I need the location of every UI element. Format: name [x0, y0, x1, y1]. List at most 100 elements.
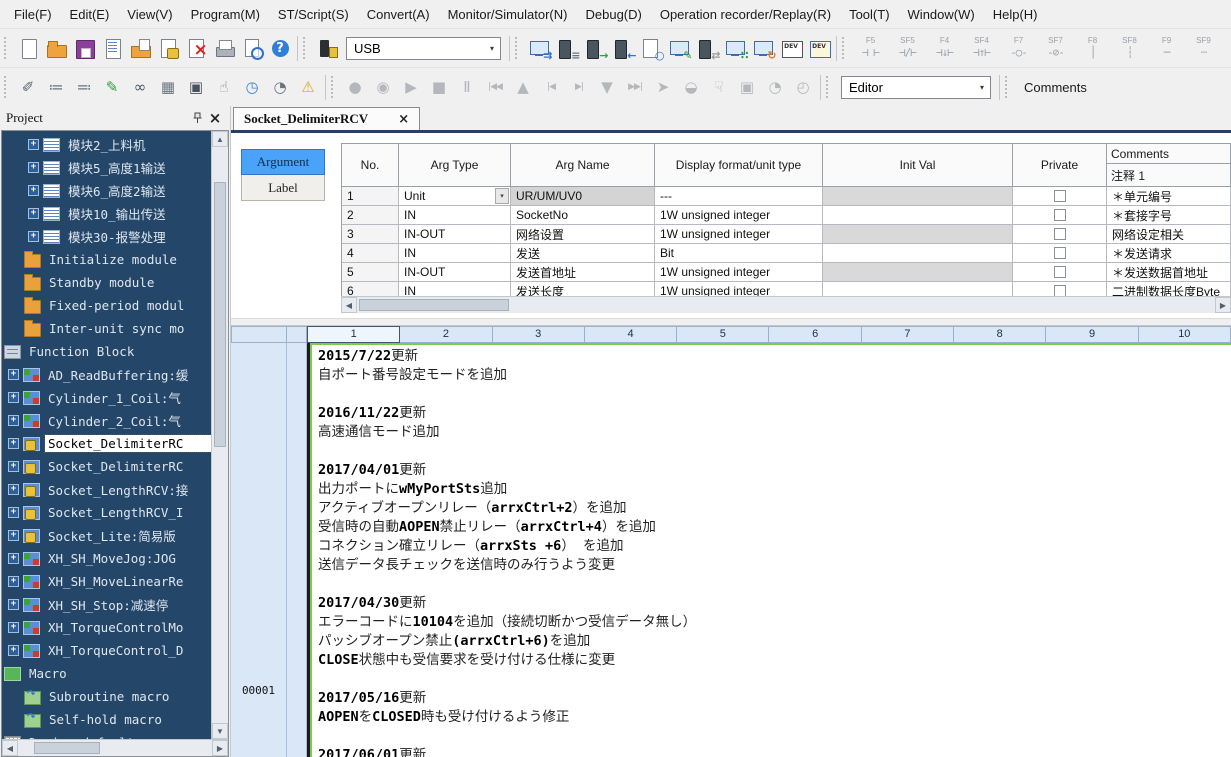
tab-argument[interactable]: Argument — [241, 149, 325, 175]
tree-horizontal-scrollbar[interactable]: ◀ ▶ — [2, 739, 228, 756]
close-panel-icon[interactable] — [206, 109, 224, 127]
cell-display-format[interactable]: --- — [655, 187, 823, 206]
tree-item-socket-lite[interactable]: Socket_Lite:简易版 — [2, 524, 211, 547]
tree-item-function-block[interactable]: Function Block — [2, 340, 211, 363]
table-horizontal-scrollbar[interactable]: ◀ ▶ — [341, 296, 1231, 313]
private-checkbox[interactable] — [1054, 228, 1066, 240]
menu-item-program[interactable]: Program(M) — [182, 2, 269, 27]
ladder-column-9[interactable]: 9 — [1046, 326, 1138, 343]
comment-block[interactable]: 2015/7/22更新自ポート番号設定モードを追加 2016/11/22更新高速… — [310, 343, 1231, 757]
scroll-thumb[interactable] — [214, 182, 226, 447]
list-option2-icon[interactable]: ≕ — [70, 73, 98, 101]
cell-init-val[interactable] — [823, 206, 1013, 225]
tree-item-5-1[interactable]: 模块5_高度1输送 — [2, 156, 211, 179]
expand-icon[interactable] — [8, 622, 19, 633]
touch-operation-icon[interactable]: ☝ — [210, 73, 238, 101]
menu-item-debug[interactable]: Debug(D) — [576, 2, 650, 27]
scroll-up-icon[interactable]: ▲ — [212, 131, 228, 147]
edit-list-icon[interactable]: ✎ — [98, 73, 126, 101]
cell-comment[interactable]: ＊套接字号 — [1107, 206, 1231, 225]
private-checkbox[interactable] — [1054, 209, 1066, 221]
save-ladder-icon[interactable] — [98, 34, 126, 62]
tree-item-xh-torquecontrol-d[interactable]: XH_TorqueControl_D — [2, 639, 211, 662]
monitor-stopwatch-icon[interactable]: ◷ — [238, 73, 266, 101]
ladder-view-icon[interactable]: ▦ — [154, 73, 182, 101]
expand-icon[interactable] — [8, 576, 19, 587]
expand-icon[interactable] — [8, 392, 19, 403]
cell-arg-type[interactable]: IN-OUT — [399, 263, 511, 282]
ladder-column-3[interactable]: 3 — [493, 326, 585, 343]
cell-arg-name[interactable]: 网络设置 — [511, 225, 655, 244]
scroll-track[interactable] — [212, 147, 228, 723]
protect-ladder-icon[interactable] — [154, 34, 182, 62]
tree-item-subroutine-macro[interactable]: Subroutine macro — [2, 685, 211, 708]
cell-arg-type[interactable]: IN — [399, 244, 511, 263]
cell-comment[interactable]: ＊发送请求 — [1107, 244, 1231, 263]
tree-item-inter-unit-sync-mo[interactable]: Inter-unit sync mo — [2, 317, 211, 340]
open-ladder-icon[interactable] — [126, 34, 154, 62]
expand-icon[interactable] — [28, 185, 39, 196]
cell-display-format[interactable]: 1W unsigned integer — [655, 282, 823, 296]
pin-icon[interactable] — [188, 109, 206, 127]
tab-socket-delimiterrcv[interactable]: Socket_DelimiterRCV — [233, 107, 420, 130]
tree-item-fixed-period-modul[interactable]: Fixed-period modul — [2, 294, 211, 317]
transfer-setup-icon[interactable]: ⇉ — [525, 34, 553, 62]
cell-comment[interactable]: ＊发送数据首地址 — [1107, 263, 1231, 282]
expand-icon[interactable] — [28, 139, 39, 150]
cell-comment[interactable]: ＊单元编号 — [1107, 187, 1231, 206]
scroll-right-icon[interactable]: ▶ — [212, 740, 228, 756]
menu-item-monitor-simulator[interactable]: Monitor/Simulator(N) — [439, 2, 577, 27]
cell-comment[interactable]: 二进制数据长度Byte — [1107, 282, 1231, 296]
menu-item-operation-recorder-replay[interactable]: Operation recorder/Replay(R) — [651, 2, 840, 27]
chart-stopwatch-icon[interactable]: ◔ — [266, 73, 294, 101]
cell-init-val[interactable] — [823, 187, 1013, 206]
expand-icon[interactable] — [28, 162, 39, 173]
tree-item-macro[interactable]: Macro — [2, 662, 211, 685]
menu-item-view[interactable]: View(V) — [118, 2, 181, 27]
expand-icon[interactable] — [8, 530, 19, 541]
ladder-column-6[interactable]: 6 — [769, 326, 861, 343]
tree-item-xh-torquecontrolmo[interactable]: XH_TorqueControlMo — [2, 616, 211, 639]
expand-icon[interactable] — [8, 645, 19, 656]
dropdown-arrow-icon[interactable]: ▾ — [974, 83, 990, 92]
expand-icon[interactable] — [28, 208, 39, 219]
device-comment-icon[interactable]: ≡ — [553, 34, 581, 62]
tree-item-30[interactable]: 模块30-报警处理 — [2, 225, 211, 248]
cell-init-val[interactable] — [823, 282, 1013, 296]
tree-item-standby-module[interactable]: Standby module — [2, 271, 211, 294]
tree-item-6-2[interactable]: 模块6_高度2输送 — [2, 179, 211, 202]
tab-close-icon[interactable] — [398, 112, 409, 127]
cell-arg-type[interactable]: Unit▾ — [399, 187, 511, 206]
cell-display-format[interactable]: Bit — [655, 244, 823, 263]
tree-item-self-hold-macro[interactable]: Self-hold macro — [2, 708, 211, 731]
tree-item-socket-lengthrcv-i[interactable]: Socket_LengthRCV_I — [2, 501, 211, 524]
cell-display-format[interactable]: 1W unsigned integer — [655, 225, 823, 244]
save-project-icon[interactable] — [70, 34, 98, 62]
expand-icon[interactable] — [8, 369, 19, 380]
private-checkbox[interactable] — [1054, 247, 1066, 259]
cell-arg-name[interactable]: 发送 — [511, 244, 655, 263]
open-project-icon[interactable] — [42, 34, 70, 62]
cell-display-format[interactable]: 1W unsigned integer — [655, 206, 823, 225]
menu-item-help[interactable]: Help(H) — [984, 2, 1047, 27]
menu-item-file[interactable]: File(F) — [5, 2, 61, 27]
online-edit-icon[interactable]: ↻ — [749, 34, 777, 62]
expand-icon[interactable] — [8, 415, 19, 426]
tree-item-cylinder-1-coil[interactable]: Cylinder_1_Coil:气 — [2, 386, 211, 409]
scroll-down-icon[interactable]: ▼ — [212, 723, 228, 739]
expand-icon[interactable] — [8, 484, 19, 495]
write-to-plc-icon[interactable]: → — [581, 34, 609, 62]
menu-item-window[interactable]: Window(W) — [899, 2, 984, 27]
connection-combo[interactable]: USB▾ — [346, 37, 501, 60]
private-checkbox[interactable] — [1054, 190, 1066, 202]
monitor-write-icon[interactable]: ✎ — [665, 34, 693, 62]
tab-label[interactable]: Label — [241, 175, 325, 201]
tree-item-socket-lengthrcv[interactable]: Socket_LengthRCV:接 — [2, 478, 211, 501]
expand-icon[interactable] — [8, 553, 19, 564]
new-document-icon[interactable] — [14, 34, 42, 62]
device-batch-monitor-icon[interactable]: ∷ — [721, 34, 749, 62]
cell-display-format[interactable]: 1W unsigned integer — [655, 263, 823, 282]
print-icon[interactable] — [210, 34, 238, 62]
verify-icon[interactable]: ○ — [637, 34, 665, 62]
scroll-left-icon[interactable]: ◀ — [2, 740, 18, 756]
